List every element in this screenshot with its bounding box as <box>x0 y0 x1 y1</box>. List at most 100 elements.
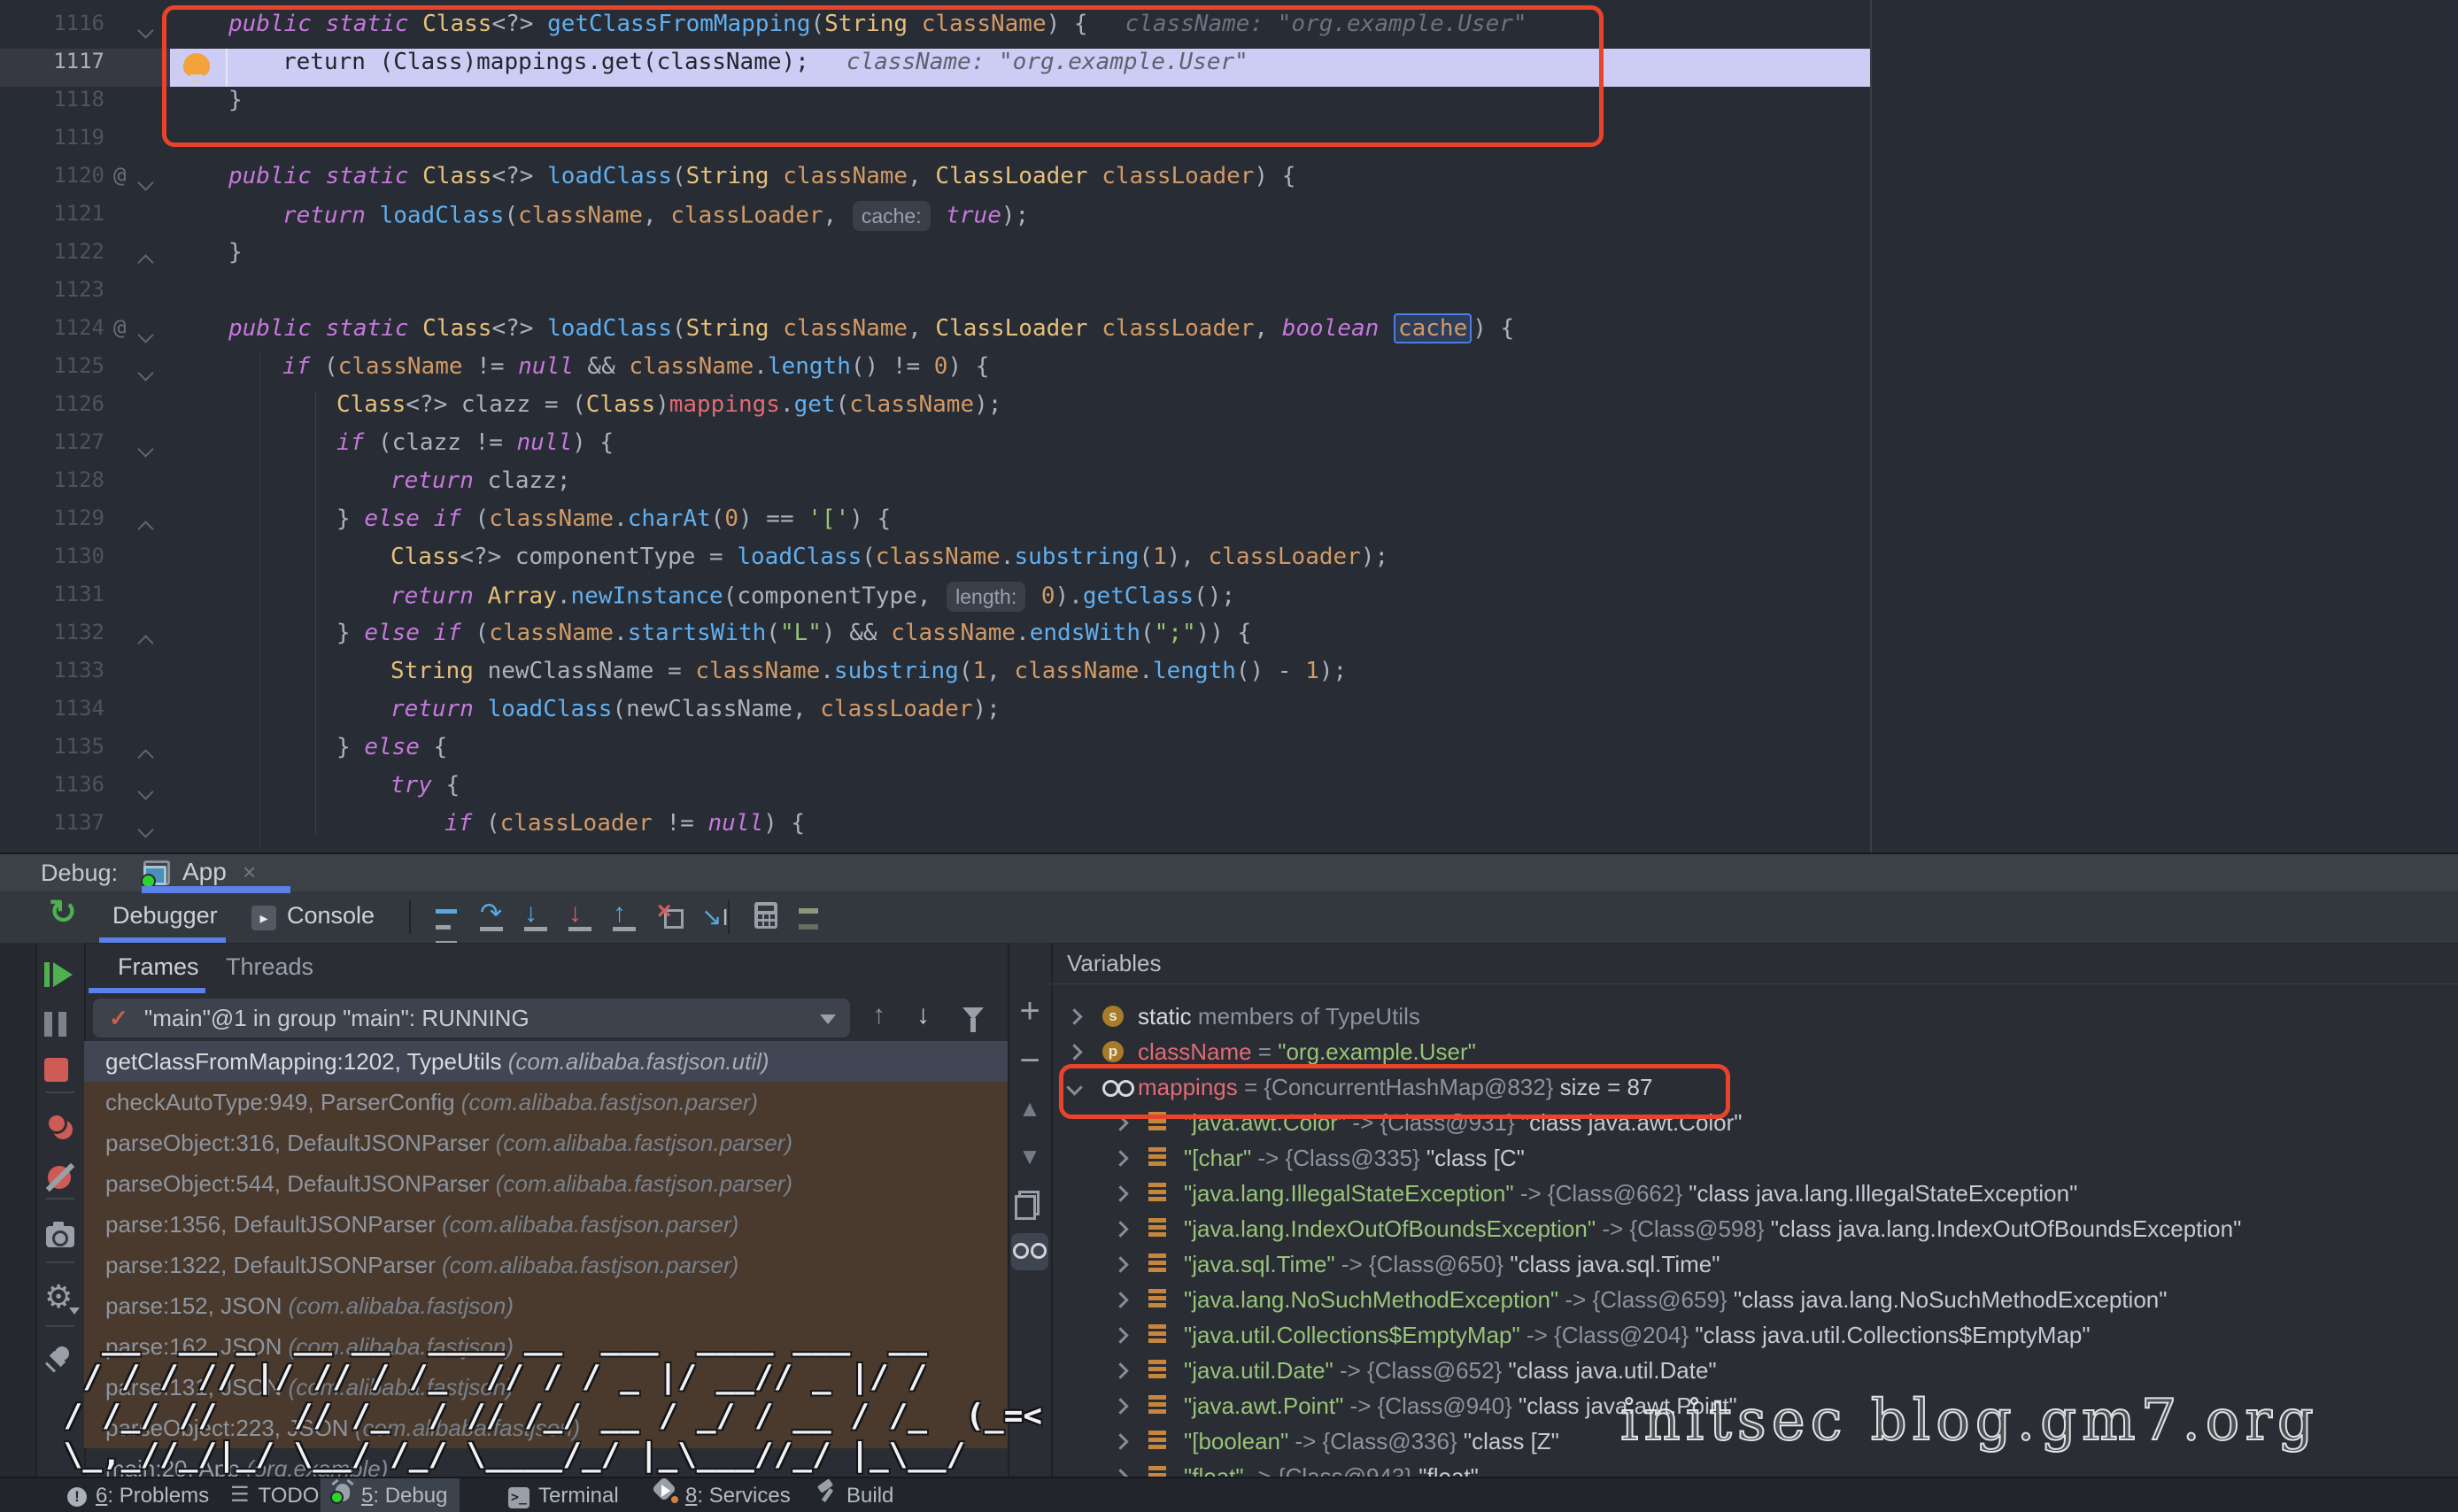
fold-marker-icon[interactable] <box>137 327 153 343</box>
chevron-right-icon[interactable] <box>1112 1327 1128 1343</box>
line-number[interactable]: 1121 <box>0 201 104 239</box>
variable-row[interactable]: "java.lang.NoSuchMethodException" -> {Cl… <box>1051 1282 2432 1317</box>
line-number[interactable]: 1132 <box>0 620 104 658</box>
view-breakpoints-icon[interactable] <box>44 1113 78 1146</box>
chevron-right-icon[interactable] <box>1112 1433 1128 1449</box>
thread-dropdown[interactable]: ✓ "main"@1 in group "main": RUNNING <box>93 999 850 1038</box>
chevron-right-icon[interactable] <box>1112 1256 1128 1272</box>
line-number[interactable]: 1126 <box>0 391 104 429</box>
statusbar-item-terminal[interactable]: >_Terminal <box>496 1478 631 1512</box>
move-down-icon[interactable]: ▼ <box>1015 1143 1045 1173</box>
fold-marker-icon[interactable] <box>137 174 153 190</box>
statusbar-item-problems[interactable]: !6: Problems <box>55 1478 221 1512</box>
fold-marker-icon[interactable] <box>137 22 153 38</box>
step-into-icon[interactable]: ↓ <box>524 902 556 934</box>
next-frame-icon[interactable]: ↓ <box>916 1000 930 1030</box>
chevron-right-icon[interactable] <box>1112 1185 1128 1201</box>
line-number[interactable]: 1127 <box>0 429 104 467</box>
stack-frame[interactable]: parse:1356, DefaultJSONParser (com.aliba… <box>84 1204 1008 1245</box>
variable-row[interactable]: "java.util.Date" -> {Class@652} "class j… <box>1051 1353 2432 1388</box>
resume-icon[interactable] <box>44 962 78 996</box>
fold-marker-icon[interactable] <box>137 783 153 799</box>
statusbar-item-todo[interactable]: ☰TODO <box>218 1478 331 1512</box>
line-number[interactable]: 1125 <box>0 353 104 391</box>
fold-marker-icon[interactable] <box>137 254 153 270</box>
line-number[interactable]: 1135 <box>0 734 104 772</box>
intellij-debug-window: 1116public static Class<?> getClassFromM… <box>0 0 2458 1512</box>
filter-frames-icon[interactable] <box>962 1007 984 1020</box>
previous-frame-icon[interactable]: ↑ <box>872 1000 885 1030</box>
line-number[interactable]: 1134 <box>0 696 104 734</box>
code-line-1132: 1132} else if (className.startsWith("L")… <box>0 620 2458 658</box>
layout-settings-icon[interactable] <box>799 902 831 934</box>
fold-marker-icon[interactable] <box>137 822 153 837</box>
variable-row[interactable]: "java.util.Collections$EmptyMap" -> {Cla… <box>1051 1317 2432 1353</box>
step-over-icon[interactable]: ↷ <box>480 902 512 934</box>
chevron-right-icon[interactable] <box>1066 1044 1082 1060</box>
variable-row[interactable]: "java.sql.Time" -> {Class@650} "class ja… <box>1051 1246 2432 1282</box>
mute-breakpoints-icon[interactable] <box>44 1162 78 1196</box>
variable-row[interactable]: "java.lang.IndexOutOfBoundsException" ->… <box>1051 1211 2432 1246</box>
line-number[interactable]: 1117 <box>0 49 104 87</box>
memory-snapshot-icon[interactable] <box>44 1219 78 1253</box>
remove-watch-icon[interactable]: − <box>1015 1047 1045 1077</box>
stack-frame[interactable]: checkAutoType:949, ParserConfig (com.ali… <box>84 1082 1008 1122</box>
line-number[interactable]: 1128 <box>0 467 104 505</box>
tab-threads[interactable]: Threads <box>226 943 313 993</box>
variable-row[interactable]: "[char" -> {Class@335} "class [C" <box>1051 1140 2432 1176</box>
chevron-right-icon[interactable] <box>1112 1221 1128 1237</box>
show-watches-icon[interactable] <box>1011 1233 1048 1270</box>
line-number[interactable]: 1123 <box>0 277 104 315</box>
variable-row[interactable]: "java.lang.IllegalStateException" -> {Cl… <box>1051 1176 2432 1211</box>
fold-marker-icon[interactable] <box>137 441 153 457</box>
blog-watermark: initsec blog.gm7.org <box>1620 1388 2319 1454</box>
close-icon[interactable]: × <box>243 854 256 890</box>
line-number[interactable]: 1122 <box>0 239 104 277</box>
variable-row[interactable]: sstatic members of TypeUtils <box>1051 999 2432 1034</box>
move-up-icon[interactable]: ▲ <box>1015 1095 1045 1125</box>
statusbar-item-build[interactable]: Build <box>804 1478 906 1512</box>
stop-icon[interactable] <box>44 1058 78 1092</box>
statusbar-item-debug[interactable]: 5: Debug <box>321 1478 460 1512</box>
fold-marker-icon[interactable] <box>137 635 153 651</box>
drop-frame-icon[interactable]: × <box>657 902 689 934</box>
tab-debugger[interactable]: Debugger <box>112 891 218 943</box>
line-number[interactable]: 1133 <box>0 658 104 696</box>
line-number[interactable]: 1119 <box>0 125 104 163</box>
tab-console[interactable]: Console <box>287 891 375 943</box>
fold-marker-icon[interactable] <box>137 521 153 536</box>
chevron-right-icon[interactable] <box>1066 1008 1082 1024</box>
chevron-right-icon[interactable] <box>1112 1398 1128 1414</box>
code-editor[interactable]: 1116public static Class<?> getClassFromM… <box>0 0 2458 852</box>
code-line-1131: 1131return Array.newInstance(componentTy… <box>0 582 2458 620</box>
stack-frame[interactable]: parse:1322, DefaultJSONParser (com.aliba… <box>84 1245 1008 1285</box>
line-number[interactable]: 1131 <box>0 582 104 620</box>
line-number[interactable]: 1118 <box>0 87 104 125</box>
stack-frame[interactable]: parseObject:316, DefaultJSONParser (com.… <box>84 1122 1008 1163</box>
line-number[interactable]: 1130 <box>0 544 104 582</box>
fold-marker-icon[interactable] <box>137 365 153 381</box>
step-out-icon[interactable]: ↑ <box>613 902 645 934</box>
duplicate-icon[interactable] <box>1015 1191 1045 1221</box>
statusbar-item-services[interactable]: 8: Services <box>643 1478 803 1512</box>
settings-icon[interactable]: ⚙ <box>44 1281 78 1315</box>
line-number[interactable]: 1136 <box>0 772 104 810</box>
line-number[interactable]: 1116 <box>0 11 104 49</box>
chevron-right-icon[interactable] <box>1112 1150 1128 1166</box>
chevron-right-icon[interactable] <box>1112 1292 1128 1308</box>
force-step-into-icon[interactable]: ↓ <box>568 902 600 934</box>
fold-marker-icon[interactable] <box>137 749 153 765</box>
add-watch-icon[interactable]: + <box>1015 996 1045 1026</box>
rerun-icon[interactable]: ↻ <box>49 897 81 929</box>
stack-frame[interactable]: getClassFromMapping:1202, TypeUtils (com… <box>84 1041 1008 1082</box>
line-number[interactable]: 1137 <box>0 810 104 848</box>
stack-frame[interactable]: parseObject:544, DefaultJSONParser (com.… <box>84 1163 1008 1204</box>
show-execution-point-icon[interactable] <box>436 902 468 934</box>
evaluate-expression-icon[interactable] <box>754 902 786 934</box>
line-number[interactable]: 1120 <box>0 163 104 201</box>
pause-icon[interactable] <box>44 1012 78 1045</box>
line-number[interactable]: 1129 <box>0 505 104 544</box>
line-number[interactable]: 1124 <box>0 315 104 353</box>
tab-frames[interactable]: Frames <box>118 943 199 993</box>
chevron-right-icon[interactable] <box>1112 1362 1128 1378</box>
